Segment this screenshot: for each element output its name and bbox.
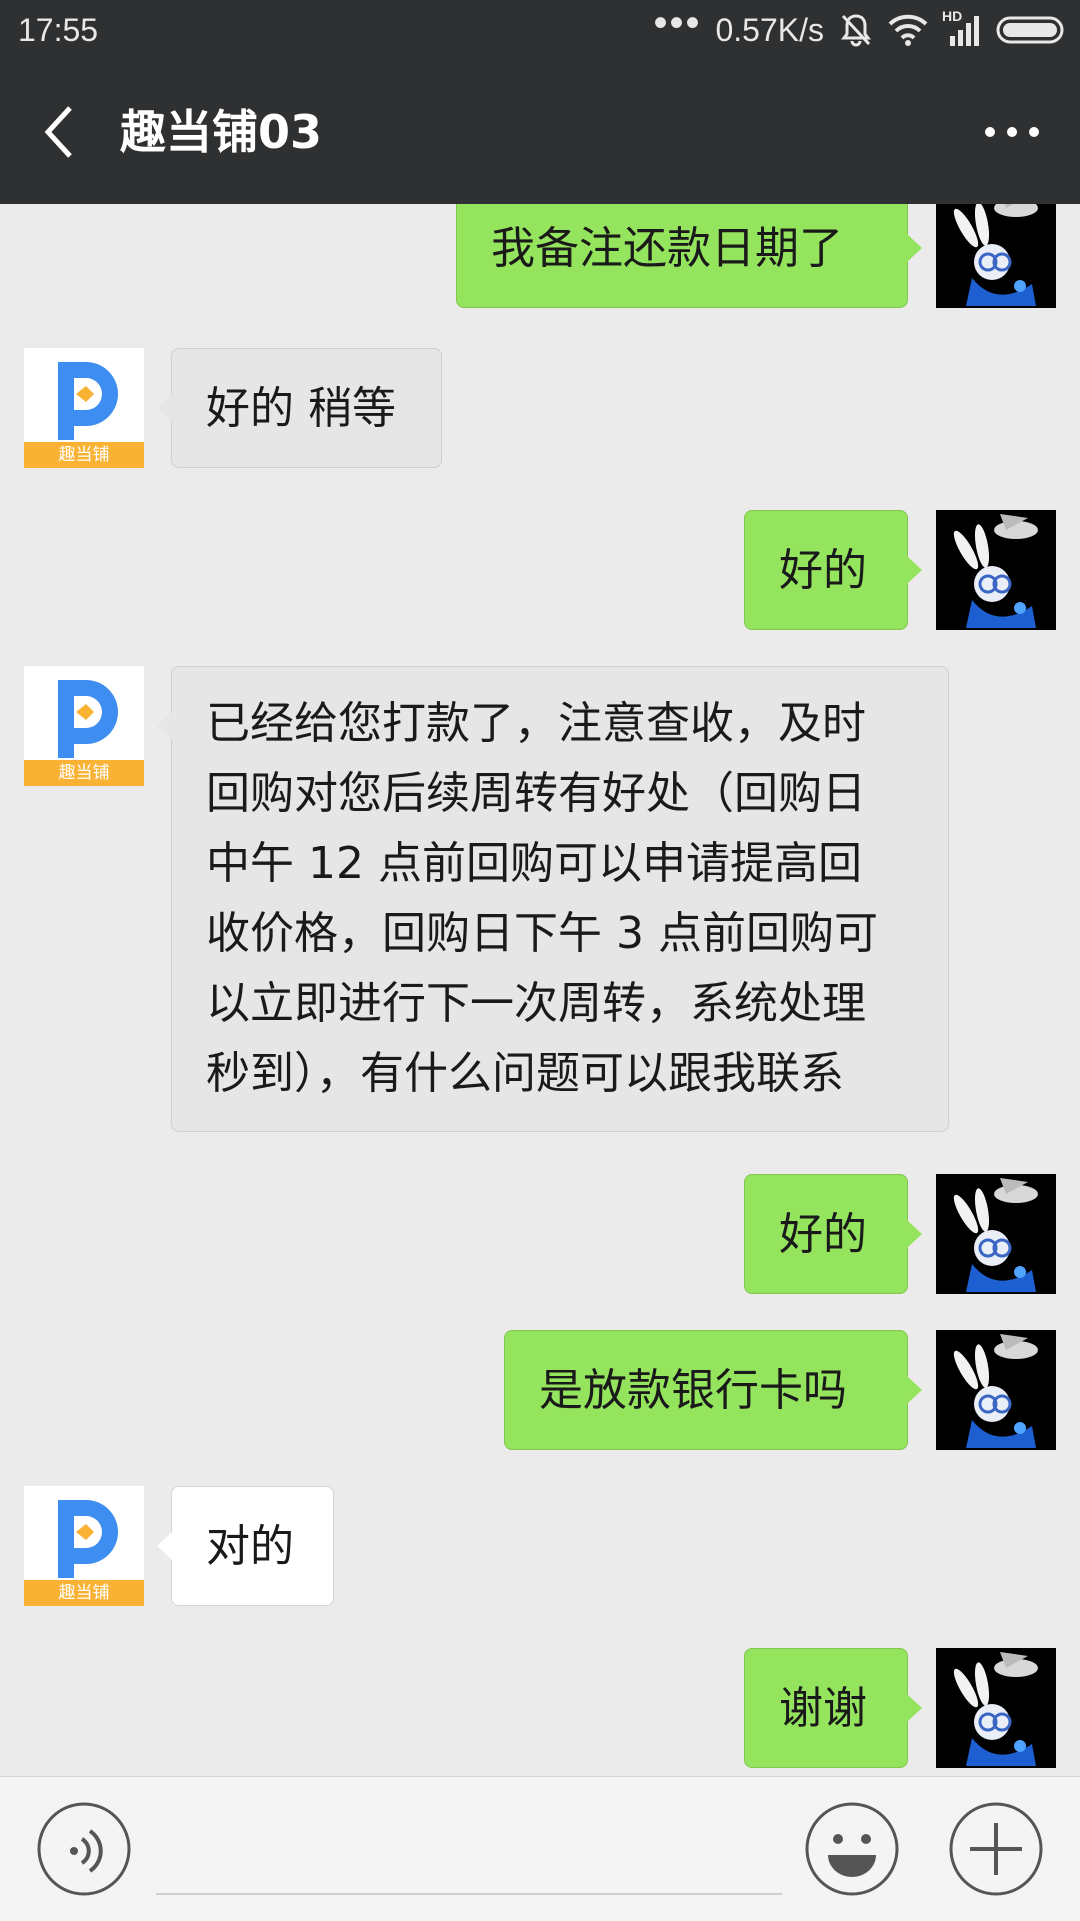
message-row: 我备注还款日期了: [0, 204, 1080, 314]
rabbit-avatar-icon: [936, 204, 1056, 308]
network-speed: 0.57K/s: [715, 11, 824, 48]
status-time: 17:55: [18, 12, 99, 48]
emoji-button[interactable]: [804, 1801, 900, 1897]
more-notifications-icon: •••: [653, 0, 702, 45]
rabbit-avatar-icon: [936, 510, 1056, 630]
back-button[interactable]: [40, 104, 80, 160]
avatar-self[interactable]: [936, 1174, 1056, 1294]
status-bar: 17:55 ••• 0.57K/s HD: [0, 0, 1080, 60]
message-bubble-received[interactable]: 对的: [157, 1486, 334, 1606]
message-row: 趣当铺 对的: [0, 1486, 1080, 1606]
message-text: 好的: [779, 1209, 867, 1260]
avatar-self[interactable]: [936, 204, 1056, 308]
more-options-button[interactable]: [982, 120, 1042, 144]
message-text: 好的: [779, 545, 867, 596]
message-row: 是放款银行卡吗: [0, 1330, 1080, 1450]
message-bubble-sent[interactable]: 我备注还款日期了: [456, 204, 922, 308]
message-bubble-sent[interactable]: 是放款银行卡吗: [504, 1330, 922, 1450]
avatar-self[interactable]: [936, 510, 1056, 630]
message-row: 趣当铺 好的 稍等: [0, 348, 1080, 468]
message-row: 好的: [0, 1174, 1080, 1294]
status-icons: ••• 0.57K/s HD: [653, 1, 1066, 52]
battery-icon: [996, 15, 1066, 45]
avatar-caption: 趣当铺: [58, 1583, 110, 1603]
signal-icon: HD: [942, 8, 982, 46]
message-line: 已经给您打款了，注意查收，及时: [206, 698, 866, 749]
message-row: 好的: [0, 510, 1080, 630]
chevron-left-icon: [44, 106, 72, 158]
message-line: 收价格，回购日下午 3 点前回购可: [206, 908, 878, 959]
rabbit-avatar-icon: [936, 1174, 1056, 1294]
avatar-contact[interactable]: 趣当铺: [24, 348, 144, 468]
avatar-self[interactable]: [936, 1330, 1056, 1450]
more-functions-button[interactable]: [948, 1801, 1044, 1897]
message-row: 趣当铺 已经给您打款了，注意查收，及时 回购对您后续周转有好处（回购日 中午 1…: [0, 666, 1080, 1132]
message-input[interactable]: [156, 1807, 782, 1895]
avatar-caption: 趣当铺: [58, 445, 110, 465]
message-bubble-received[interactable]: 已经给您打款了，注意查收，及时 回购对您后续周转有好处（回购日 中午 12 点前…: [157, 666, 949, 1132]
mute-icon: [838, 12, 874, 48]
message-text: 我备注还款日期了: [491, 223, 843, 274]
hd-label: HD: [942, 8, 963, 24]
input-bar: [0, 1776, 1080, 1921]
message-bubble-sent[interactable]: 好的: [744, 1174, 922, 1294]
message-row: 谢谢: [0, 1648, 1080, 1768]
voice-button[interactable]: [36, 1801, 132, 1897]
message-bubble-sent[interactable]: 好的: [744, 510, 922, 630]
rabbit-avatar-icon: [936, 1330, 1056, 1450]
avatar-self[interactable]: [936, 1648, 1056, 1768]
rabbit-avatar-icon: [936, 1648, 1056, 1768]
chat-title: 趣当铺03: [120, 105, 323, 159]
voice-icon: [37, 1802, 131, 1896]
avatar-caption: 趣当铺: [58, 763, 110, 783]
message-text: 对的: [206, 1521, 294, 1572]
message-bubble-sent[interactable]: 谢谢: [744, 1648, 922, 1768]
message-text: 谢谢: [779, 1683, 867, 1734]
chat-area[interactable]: 我备注还款日期了 趣当铺 好的 稍等 好的 趣当铺 已经给您打款了，注意查收，及…: [0, 204, 1080, 1776]
more-dots-icon: [985, 127, 1039, 137]
avatar-contact[interactable]: 趣当铺: [24, 666, 144, 786]
message-line: 秒到），有什么问题可以跟我联系: [206, 1048, 844, 1099]
message-text: 是放款银行卡吗: [539, 1365, 847, 1416]
message-text: 好的 稍等: [206, 383, 396, 434]
plus-icon: [949, 1802, 1043, 1896]
message-line: 以立即进行下一次周转，系统处理: [206, 978, 866, 1029]
message-line: 中午 12 点前回购可以申请提高回: [206, 838, 862, 889]
avatar-contact[interactable]: 趣当铺: [24, 1486, 144, 1606]
wifi-icon: [888, 14, 928, 46]
message-line: 回购对您后续周转有好处（回购日: [206, 768, 866, 819]
title-bar: 趣当铺03: [0, 60, 1080, 204]
emoji-icon: [805, 1802, 899, 1896]
message-bubble-received[interactable]: 好的 稍等: [157, 348, 442, 468]
